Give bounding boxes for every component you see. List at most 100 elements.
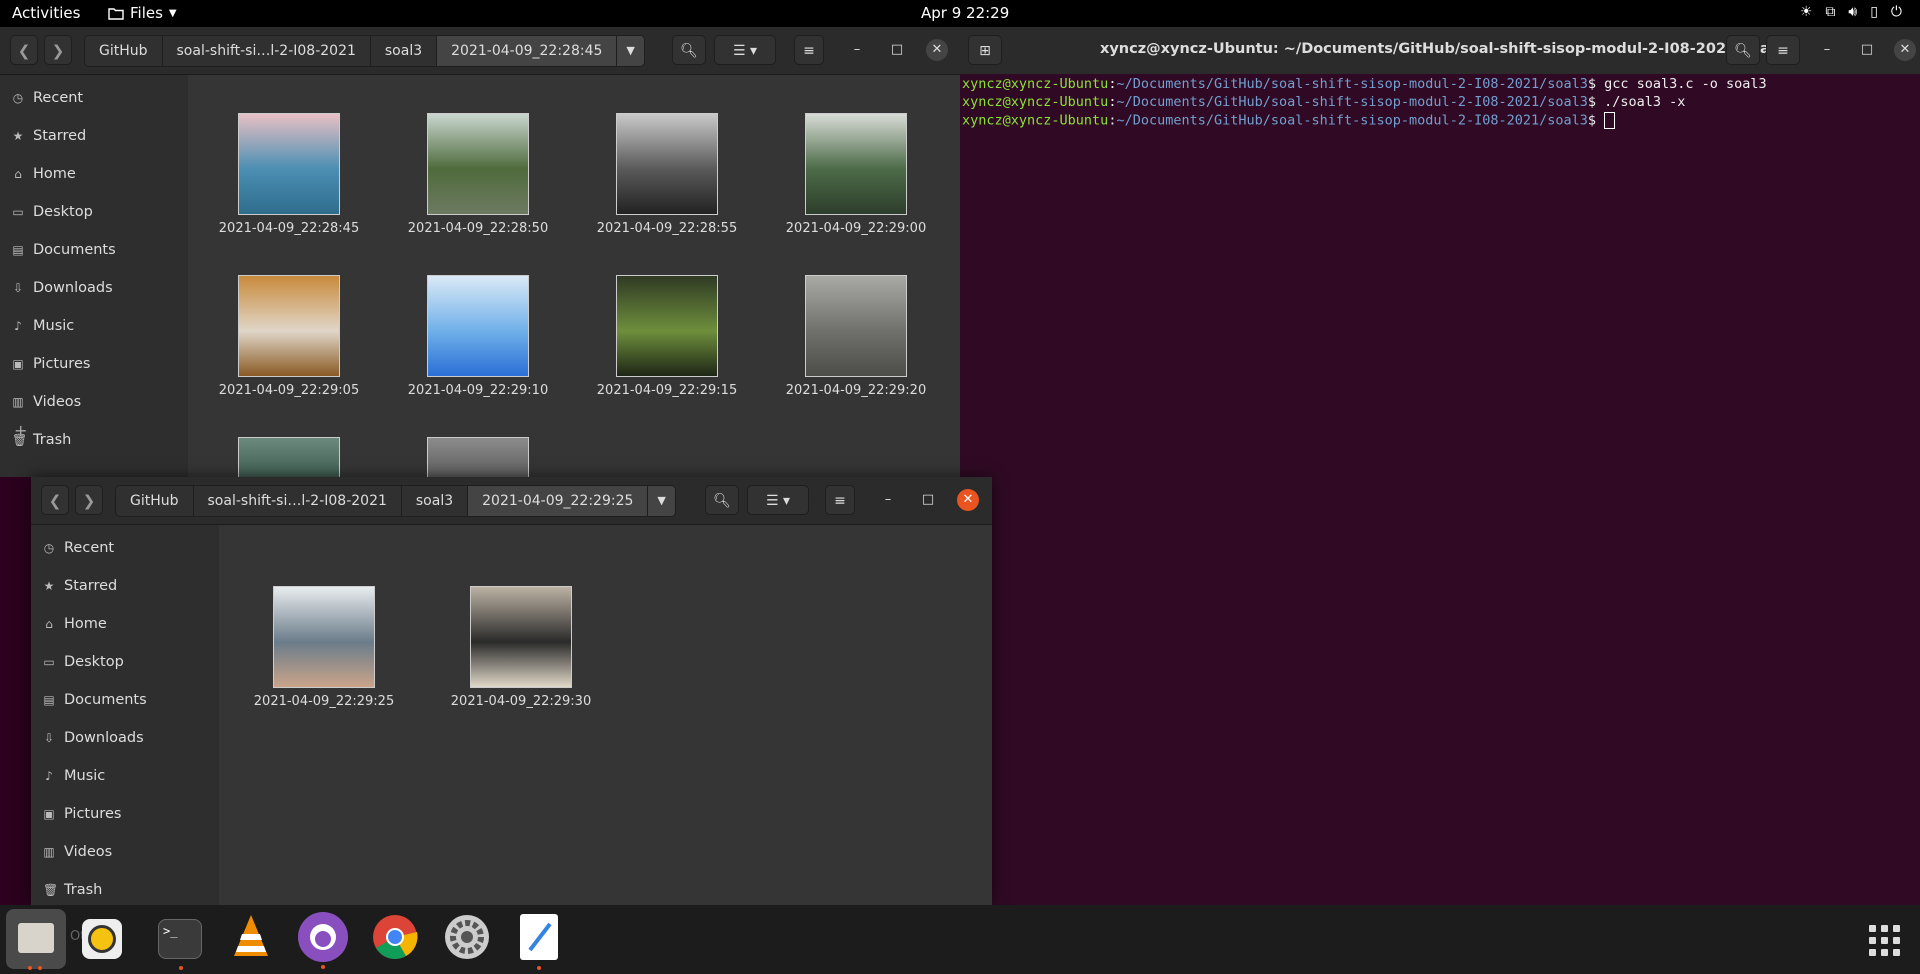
settings-app-icon[interactable] — [442, 912, 492, 962]
image-thumbnail — [470, 586, 572, 688]
sidebar-item-videos[interactable]: ▥ Videos — [0, 383, 188, 421]
file-item[interactable]: 2021-04-09_22:28:55 — [592, 113, 742, 236]
crumb-repo[interactable]: soal-shift-si…l-2-I08-2021 — [193, 486, 402, 516]
download-icon: ⇩ — [43, 731, 55, 745]
terminal-line: xyncz@xyncz-Ubuntu:~/Documents/GitHub/so… — [962, 76, 1767, 92]
add-location-icon[interactable]: + — [14, 421, 27, 440]
breadcrumb: GitHub soal-shift-si…l-2-I08-2021 soal3 … — [115, 485, 676, 517]
search-button[interactable]: 🔍︎ — [672, 35, 706, 65]
maximize-button[interactable]: □ — [1856, 39, 1878, 61]
files-headerbar: ❮ ❯ GitHub soal-shift-si…l-2-I08-2021 so… — [0, 27, 960, 75]
sidebar-item-pictures[interactable]: ▣ Pictures — [31, 795, 219, 833]
file-item[interactable] — [403, 437, 553, 477]
menu-button[interactable]: ≡ — [1766, 35, 1800, 65]
vlc-app-icon[interactable] — [226, 912, 276, 962]
sidebar-item-starred[interactable]: ★ Starred — [0, 117, 188, 155]
sidebar-item-trash[interactable]: 🗑︎ Trash — [0, 421, 188, 459]
file-name: 2021-04-09_22:29:25 — [253, 694, 395, 709]
search-button[interactable]: 🔍︎ — [705, 485, 739, 515]
close-button[interactable]: ✕ — [1894, 39, 1916, 61]
forward-button[interactable]: ❯ — [75, 485, 103, 515]
menu-button[interactable]: ≡ — [825, 485, 855, 515]
file-item[interactable]: 2021-04-09_22:28:50 — [403, 113, 553, 236]
sidebar-item-music[interactable]: ♪ Music — [31, 757, 219, 795]
crumb-github[interactable]: GitHub — [116, 486, 194, 516]
close-button[interactable]: ✕ — [957, 489, 979, 511]
file-item[interactable]: 2021-04-09_22:29:10 — [403, 275, 553, 398]
picture-icon: ▣ — [43, 807, 55, 821]
chevron-down-icon[interactable]: ▼ — [617, 36, 644, 66]
crumb-soal3[interactable]: soal3 — [370, 36, 438, 66]
minimize-button[interactable]: – — [846, 39, 868, 61]
home-icon: ⌂ — [14, 167, 22, 181]
sidebar-item-starred[interactable]: ★ Starred — [31, 567, 219, 605]
minimize-button[interactable]: – — [877, 489, 899, 511]
crumb-current[interactable]: 2021-04-09_22:29:25 — [468, 486, 649, 516]
terminal-window: ⊞ xyncz@xyncz-Ubuntu: ~/Documents/GitHub… — [960, 27, 1920, 905]
trash-icon: 🗑︎ — [43, 883, 59, 897]
file-item[interactable]: 2021-04-09_22:29:25 — [249, 586, 399, 709]
sidebar-item-documents[interactable]: ▤ Documents — [0, 231, 188, 269]
chevron-down-icon[interactable]: ▼ — [648, 486, 675, 516]
view-list-button[interactable]: ☰ ▾ — [747, 485, 809, 515]
sidebar-item-desktop[interactable]: ▭ Desktop — [31, 643, 219, 681]
sidebar-item-pictures[interactable]: ▣ Pictures — [0, 345, 188, 383]
sidebar: ◷ Recent ★ Starred ⌂ Home ▭ Desktop ▤ Documen… — [0, 75, 188, 477]
file-item[interactable]: 2021-04-09_22:29:00 — [781, 113, 931, 236]
files-app-icon[interactable] — [6, 909, 66, 970]
rhythmbox-app-icon[interactable] — [82, 919, 122, 959]
files-headerbar: ❮ ❯ GitHub soal-shift-si…l-2-I08-2021 so… — [31, 477, 992, 525]
battery-icon: ▯ — [1870, 4, 1878, 20]
new-tab-button[interactable]: ⊞ — [968, 35, 1002, 65]
crumb-soal3[interactable]: soal3 — [401, 486, 469, 516]
file-item[interactable] — [214, 437, 364, 477]
files-app-menu[interactable]: Files ▼ — [108, 4, 177, 22]
forward-button[interactable]: ❯ — [44, 35, 72, 65]
terminal-line: xyncz@xyncz-Ubuntu:~/Documents/GitHub/so… — [962, 112, 1920, 130]
video-icon: ▥ — [12, 395, 24, 409]
sidebar-item-music[interactable]: ♪ Music — [0, 307, 188, 345]
sidebar-item-trash[interactable]: 🗑︎ Trash — [31, 871, 219, 905]
search-button[interactable]: 🔍︎ — [1726, 35, 1760, 65]
sidebar-item-documents[interactable]: ▤ Documents — [31, 681, 219, 719]
file-item[interactable]: 2021-04-09_22:29:30 — [446, 586, 596, 709]
system-tray[interactable]: ☀ ⧉ 🔊︎ ▯ ⏻ — [1800, 4, 1902, 20]
dock: Ot catic >_ — [0, 905, 1920, 974]
sidebar-item-recent[interactable]: ◷ Recent — [0, 79, 188, 117]
show-applications-icon[interactable] — [1869, 925, 1900, 956]
back-button[interactable]: ❮ — [41, 485, 69, 515]
sidebar-item-home[interactable]: ⌂ Home — [0, 155, 188, 193]
sidebar-item-downloads[interactable]: ⇩ Downloads — [31, 719, 219, 757]
file-item[interactable]: 2021-04-09_22:29:05 — [214, 275, 364, 398]
sidebar-item-home[interactable]: ⌂ Home — [31, 605, 219, 643]
volume-icon: 🔊︎ — [1848, 4, 1858, 20]
clock-icon: ◷ — [43, 541, 55, 555]
sidebar-item-desktop[interactable]: ▭ Desktop — [0, 193, 188, 231]
sidebar-item-recent[interactable]: ◷ Recent — [31, 529, 219, 567]
image-thumbnail — [427, 275, 529, 377]
image-thumbnail — [616, 113, 718, 215]
minimize-button[interactable]: – — [1816, 39, 1838, 61]
view-list-button[interactable]: ☰ ▾ — [714, 35, 776, 65]
crumb-github[interactable]: GitHub — [85, 36, 163, 66]
menu-button[interactable]: ≡ — [794, 35, 824, 65]
crumb-current[interactable]: 2021-04-09_22:28:45 — [437, 36, 618, 66]
maximize-button[interactable]: □ — [917, 489, 939, 511]
sidebar-item-downloads[interactable]: ⇩ Downloads — [0, 269, 188, 307]
file-item[interactable]: 2021-04-09_22:29:15 — [592, 275, 742, 398]
terminal-app-icon[interactable]: >_ — [158, 919, 202, 970]
file-item[interactable]: 2021-04-09_22:28:45 — [214, 113, 364, 236]
chrome-app-icon[interactable] — [370, 912, 420, 962]
crumb-repo[interactable]: soal-shift-si…l-2-I08-2021 — [162, 36, 371, 66]
maximize-button[interactable]: □ — [886, 39, 908, 61]
clock[interactable]: Apr 9 22:29 — [921, 4, 1009, 22]
github-desktop-app-icon[interactable] — [298, 912, 348, 969]
terminal-output[interactable]: xyncz@xyncz-Ubuntu:~/Documents/GitHub/so… — [960, 74, 1920, 905]
sidebar-item-videos[interactable]: ▥ Videos — [31, 833, 219, 871]
text-editor-app-icon[interactable] — [520, 914, 558, 970]
close-button[interactable]: ✕ — [926, 39, 948, 61]
file-item[interactable]: 2021-04-09_22:29:20 — [781, 275, 931, 398]
back-button[interactable]: ❮ — [10, 35, 38, 65]
activities-button[interactable]: Activities — [12, 4, 80, 22]
power-icon: ⏻ — [1890, 4, 1902, 20]
